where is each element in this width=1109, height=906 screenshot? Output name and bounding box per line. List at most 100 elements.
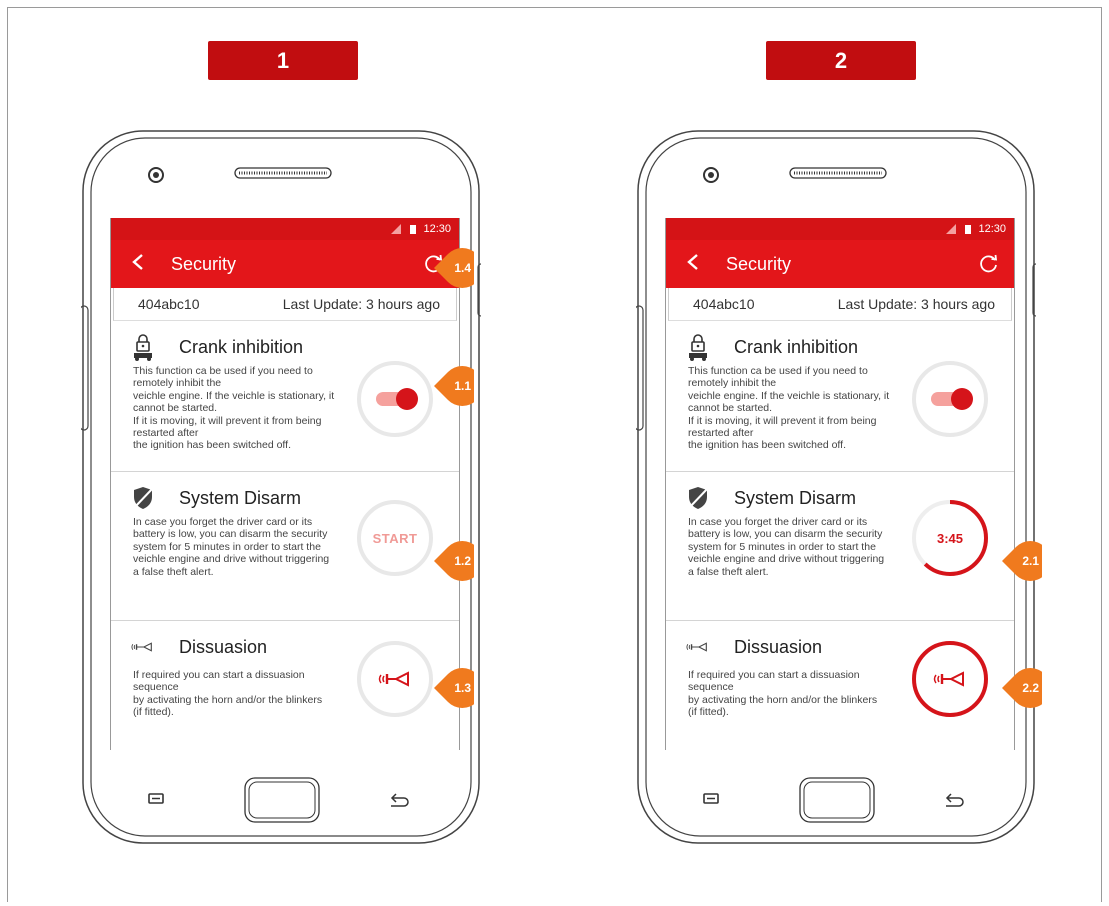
lock-car-icon <box>686 333 710 361</box>
vehicle-id: 404abc10 <box>138 296 200 312</box>
desc-line: a false theft alert. <box>688 565 769 578</box>
desc-line: a false theft alert. <box>133 565 214 578</box>
toggle-switch[interactable] <box>376 388 418 410</box>
crank-inhibition-section: Crank inhibition This function ca be use… <box>111 321 459 472</box>
desc-line: veichle engine. If the veichle is statio… <box>688 389 890 402</box>
phone-mockup-1: 12:30 Security 404abc10 Last Update: 3 h… <box>81 128 481 848</box>
dissuasion-section: Dissuasion If required you can start a d… <box>111 621 459 750</box>
desc-line: cannot be started. <box>133 402 218 415</box>
horn-icon <box>686 633 710 661</box>
signal-icon <box>946 224 957 234</box>
vehicle-info-bar: 404abc10 Last Update: 3 hours ago <box>668 288 1012 321</box>
page-title: Security <box>726 253 792 274</box>
system-disarm-section: System Disarm In case you forget the dri… <box>111 472 459 621</box>
desc-line: system for 5 minutes in order to start t… <box>133 540 321 553</box>
disarm-start-button[interactable]: START <box>357 500 433 576</box>
timer-progress-ring <box>912 500 988 576</box>
status-bar: 12:30 <box>666 218 1014 240</box>
last-update: Last Update: 3 hours ago <box>837 296 995 312</box>
section-title: Crank inhibition <box>179 336 304 357</box>
step-badge-1: 1 <box>208 41 358 80</box>
phone-mockup-2: 12:30 Security 404abc10 Last Update: 3 h… <box>636 128 1036 848</box>
shield-off-icon <box>131 484 155 512</box>
section-title: System Disarm <box>734 487 857 508</box>
section-description: If required you can start a dissuasion s… <box>133 669 363 719</box>
desc-line: sequence <box>133 681 179 694</box>
callout-label: 1.3 <box>454 681 471 695</box>
callout-marker: 1.2 <box>434 541 483 581</box>
battery-icon <box>965 225 972 234</box>
desc-line: remotely inhibit the <box>688 377 777 390</box>
desc-line: sequence <box>688 681 734 694</box>
callout-label: 1.4 <box>454 261 471 275</box>
section-description: In case you forget the driver card or it… <box>688 516 918 578</box>
status-time: 12:30 <box>978 223 1006 235</box>
vehicle-info-bar: 404abc10 Last Update: 3 hours ago <box>113 288 457 321</box>
horn-icon <box>933 671 964 687</box>
desc-line: cannot be started. <box>688 402 773 415</box>
status-bar: 12:30 <box>111 218 459 240</box>
section-description: This function ca be used if you need to … <box>688 365 918 452</box>
shield-off-icon <box>686 484 710 512</box>
back-icon[interactable] <box>686 253 710 275</box>
section-title: Dissuasion <box>734 636 823 657</box>
desc-line: If required you can start a dissuasion <box>688 669 860 681</box>
desc-line: veichle engine and drive without trigger… <box>688 553 885 566</box>
lock-car-icon <box>131 333 155 361</box>
battery-icon <box>410 225 417 234</box>
desc-line: remotely inhibit the <box>133 377 222 390</box>
system-disarm-section: System Disarm In case you forget the dri… <box>666 472 1014 621</box>
vehicle-id: 404abc10 <box>693 296 755 312</box>
desc-line: (if fitted). <box>133 706 174 719</box>
section-title: Crank inhibition <box>734 336 859 357</box>
toggle-switch[interactable] <box>931 388 973 410</box>
callout-label: 2.2 <box>1022 681 1039 695</box>
dissuasion-section: Dissuasion If required you can start a d… <box>666 621 1014 750</box>
disarm-timer-button[interactable]: 3:45 <box>912 500 988 576</box>
refresh-icon[interactable] <box>978 253 1000 275</box>
desc-line: battery is low, you can disarm the secur… <box>133 528 328 541</box>
callout-label: 1.1 <box>454 379 471 393</box>
desc-line: If it is moving, it will prevent it from… <box>688 414 877 427</box>
app-bar: Security <box>666 240 1014 288</box>
desc-line: (if fitted). <box>688 706 729 719</box>
phone-screen: 12:30 Security 404abc10 Last Update: 3 h… <box>110 218 460 750</box>
desc-line: If required you can start a dissuasion <box>133 669 305 681</box>
app-bar: Security <box>111 240 459 288</box>
section-description: If required you can start a dissuasion s… <box>688 669 918 719</box>
desc-line: the ignition has been switched off. <box>133 439 291 452</box>
horn-icon <box>131 633 155 661</box>
desc-line: If it is moving, it will prevent it from… <box>133 414 322 427</box>
horn-icon <box>378 671 409 687</box>
desc-line: veichle engine and drive without trigger… <box>133 553 330 566</box>
callout-label: 2.1 <box>1022 554 1039 568</box>
crank-toggle-button[interactable] <box>912 361 988 437</box>
status-time: 12:30 <box>423 223 451 235</box>
dissuasion-horn-button[interactable] <box>912 641 988 717</box>
crank-inhibition-section: Crank inhibition This function ca be use… <box>666 321 1014 472</box>
desc-line: system for 5 minutes in order to start t… <box>688 540 876 553</box>
page-title: Security <box>171 253 237 274</box>
section-title: Dissuasion <box>179 636 268 657</box>
callout-marker: 1.3 <box>434 668 483 708</box>
desc-line: In case you forget the driver card or it… <box>688 516 868 528</box>
step-badge-2: 2 <box>766 41 916 80</box>
desc-line: by activating the horn and/or the blinke… <box>133 693 323 706</box>
callout-marker: 1.4 <box>434 248 483 288</box>
last-update: Last Update: 3 hours ago <box>282 296 440 312</box>
start-label: START <box>372 530 418 546</box>
desc-line: This function ca be used if you need to <box>688 365 868 377</box>
callout-marker: 2.2 <box>1002 668 1051 708</box>
section-title: System Disarm <box>179 487 302 508</box>
desc-line: restarted after <box>688 427 754 440</box>
callout-label: 1.2 <box>454 554 471 568</box>
dissuasion-horn-button[interactable] <box>357 641 433 717</box>
crank-toggle-button[interactable] <box>357 361 433 437</box>
desc-line: by activating the horn and/or the blinke… <box>688 693 878 706</box>
desc-line: the ignition has been switched off. <box>688 439 846 452</box>
phone-screen: 12:30 Security 404abc10 Last Update: 3 h… <box>665 218 1015 750</box>
signal-icon <box>391 224 402 234</box>
desc-line: This function ca be used if you need to <box>133 365 313 377</box>
desc-line: restarted after <box>133 427 199 440</box>
back-icon[interactable] <box>131 253 155 275</box>
